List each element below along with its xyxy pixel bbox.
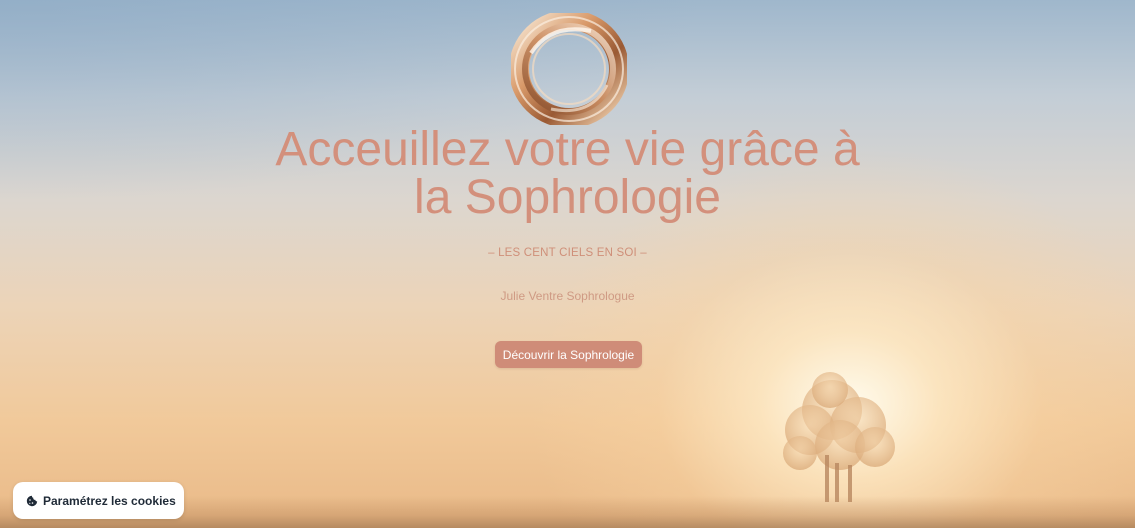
tree-silhouette (783, 372, 895, 502)
page-title-line-2: la Sophrologie (414, 171, 721, 224)
swirl-ring-logo (511, 13, 627, 125)
cookie-settings-button[interactable]: Paramétrez les cookies (13, 482, 184, 519)
hero-section: Acceuillez votre vie grâce à la Sophrolo… (0, 0, 1135, 528)
cookie-settings-label: Paramétrez les cookies (43, 493, 176, 508)
discover-sophrology-button[interactable]: Découvrir la Sophrologie (495, 341, 642, 368)
cookie-icon (26, 495, 38, 506)
page-title: Acceuillez votre vie grâce à la Sophrolo… (200, 126, 935, 222)
author-name: Julie Ventre Sophrologue (500, 289, 635, 303)
page-title-line-1: Acceuillez votre vie grâce à (275, 123, 860, 176)
tagline: – LES CENT CIELS EN SOI – (488, 247, 647, 259)
